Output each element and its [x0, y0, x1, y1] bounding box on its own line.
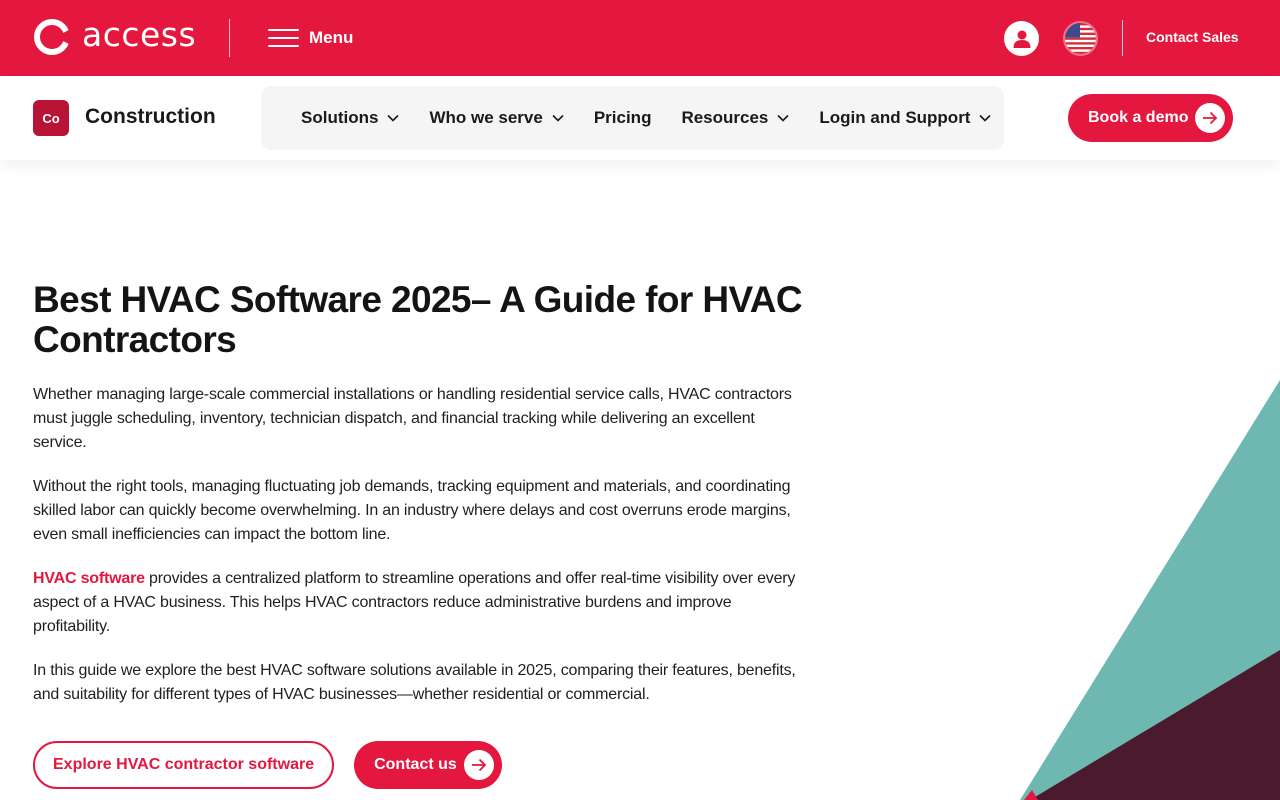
- nav-item-resources[interactable]: Resources: [681, 108, 789, 128]
- nav-item-solutions[interactable]: Solutions: [301, 108, 400, 128]
- paragraph: HVAC software provides a centralized pla…: [33, 567, 803, 639]
- logo-text: access: [82, 14, 197, 54]
- divider: [1122, 20, 1123, 56]
- contact-us-label: Contact us: [374, 756, 457, 773]
- cta-row: Explore HVAC contractor software Contact…: [33, 741, 503, 789]
- us-flag-icon: [1065, 23, 1096, 54]
- arrow-right-icon: [1195, 103, 1225, 133]
- article: Best HVAC Software 2025– A Guide for HVA…: [33, 280, 803, 707]
- menu-button[interactable]: Menu: [268, 25, 353, 51]
- chevron-down-icon: [777, 114, 789, 122]
- nav-item-pricing[interactable]: Pricing: [594, 108, 652, 128]
- divider: [229, 19, 230, 57]
- product-nav: Co Construction Solutions Who we serve P…: [0, 76, 1280, 160]
- nav-item-label: Solutions: [301, 108, 379, 127]
- contact-sales-link[interactable]: Contact Sales: [1146, 29, 1239, 45]
- contact-us-button[interactable]: Contact us: [354, 741, 503, 789]
- access-logo-icon: [34, 19, 77, 55]
- chevron-down-icon: [552, 114, 564, 122]
- paragraph: In this guide we explore the best HVAC s…: [33, 662, 796, 703]
- decorative-shapes: [1020, 380, 1280, 800]
- arrow-right-icon: [464, 750, 495, 780]
- chevron-down-icon: [979, 114, 992, 122]
- page-title: Best HVAC Software 2025– A Guide for HVA…: [33, 279, 803, 360]
- hvac-software-link[interactable]: HVAC software: [33, 570, 145, 587]
- access-logo[interactable]: access: [33, 14, 197, 56]
- menu-label: Menu: [309, 28, 354, 47]
- product-name[interactable]: Construction: [85, 105, 216, 129]
- main-nav: Solutions Who we serve Pricing Resources…: [261, 86, 1004, 150]
- hamburger-icon: [268, 28, 299, 48]
- explore-software-button[interactable]: Explore HVAC contractor software: [33, 741, 335, 789]
- nav-item-who-we-serve[interactable]: Who we serve: [429, 108, 564, 128]
- chevron-down-icon: [387, 114, 400, 122]
- nav-item-label: Pricing: [593, 108, 652, 127]
- user-icon: [1013, 30, 1030, 48]
- paragraph: Without the right tools, managing fluctu…: [33, 478, 791, 543]
- paragraph-text: provides a centralized platform to strea…: [33, 570, 796, 635]
- nav-item-login-support[interactable]: Login and Support: [819, 108, 992, 128]
- book-demo-label: Book a demo: [1088, 109, 1189, 126]
- user-account-button[interactable]: [1004, 21, 1039, 56]
- intro-paragraph: Whether managing large-scale commercial …: [33, 386, 792, 451]
- book-demo-button[interactable]: Book a demo: [1068, 94, 1233, 142]
- language-selector[interactable]: [1063, 21, 1098, 56]
- top-bar: access Menu Contact Sales: [0, 0, 1280, 76]
- nav-item-label: Who we serve: [429, 108, 543, 127]
- product-badge[interactable]: Co: [33, 100, 69, 136]
- nav-item-label: Login and Support: [819, 108, 971, 127]
- nav-item-label: Resources: [681, 108, 769, 127]
